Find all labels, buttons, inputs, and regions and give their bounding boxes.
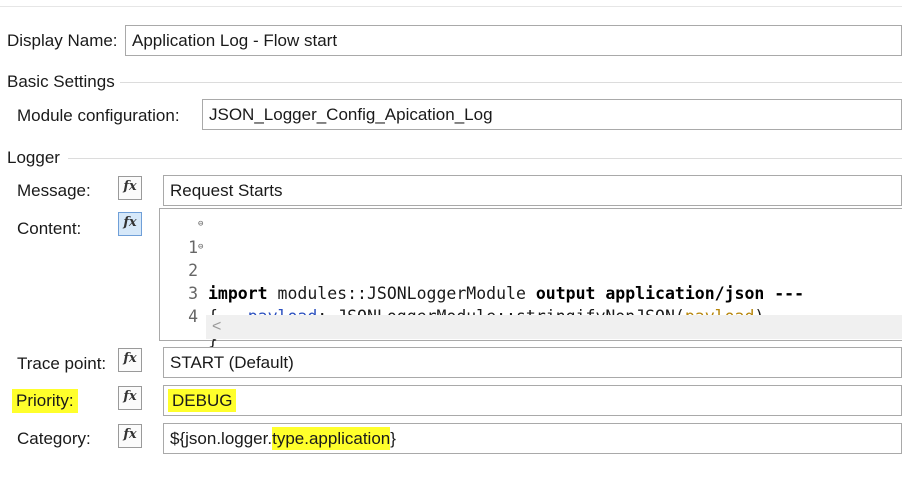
code-line: 4 } xyxy=(160,282,902,349)
message-label: Message: xyxy=(17,181,91,200)
category-input[interactable]: ${json.logger.type.application} xyxy=(163,423,902,454)
display-name-value: Application Log - Flow start xyxy=(132,31,338,50)
content-fx-icon[interactable]: fx xyxy=(118,212,142,236)
fold-icon[interactable]: ⊖ xyxy=(198,213,203,236)
priority-fx-icon[interactable]: fx xyxy=(118,386,142,410)
priority-select[interactable]: DEBUG xyxy=(163,385,902,416)
content-label: Content: xyxy=(17,219,82,238)
scroll-left-icon[interactable]: < xyxy=(212,316,221,338)
trace-point-select[interactable]: START (Default) xyxy=(163,347,902,378)
basic-settings-title: Basic Settings xyxy=(7,72,115,91)
message-fx-icon[interactable]: fx xyxy=(118,176,142,200)
content-code-editor[interactable]: 1 ⊖ import modules::JSONLoggerModule out… xyxy=(159,208,902,349)
horizontal-scrollbar[interactable]: < xyxy=(206,315,902,339)
trace-point-label: Trace point: xyxy=(17,354,107,373)
priority-label: Priority: xyxy=(12,389,78,413)
category-value-highlight: type.application xyxy=(272,427,391,450)
message-value: Request Starts xyxy=(170,181,283,200)
category-label: Category: xyxy=(17,429,91,448)
module-config-select[interactable]: JSON_Logger_Config_Apication_Log xyxy=(202,99,902,130)
logger-title: Logger xyxy=(7,148,60,167)
code-line: 2 ⊖ { xyxy=(160,236,902,326)
display-name-label: Display Name: xyxy=(7,31,118,50)
category-value-prefix: ${json.logger. xyxy=(170,429,273,448)
module-config-label: Module configuration: xyxy=(17,106,180,125)
trace-point-fx-icon[interactable]: fx xyxy=(118,348,142,372)
category-value-suffix: } xyxy=(390,429,396,448)
line-number: 4 xyxy=(188,307,198,326)
top-divider xyxy=(0,6,902,7)
module-config-value: JSON_Logger_Config_Apication_Log xyxy=(209,105,493,124)
basic-settings-divider xyxy=(120,82,902,83)
category-fx-icon[interactable]: fx xyxy=(118,424,142,448)
code-line: 1 ⊖ import modules::JSONLoggerModule out… xyxy=(160,213,902,303)
message-input[interactable]: Request Starts xyxy=(163,175,902,206)
fold-icon[interactable]: ⊖ xyxy=(198,236,203,259)
trace-point-value: START (Default) xyxy=(170,353,294,372)
priority-value: DEBUG xyxy=(168,389,237,412)
logger-divider xyxy=(68,158,902,159)
display-name-input[interactable]: Application Log - Flow start xyxy=(125,25,902,56)
code-line: 3 payload: JSONLoggerModule::stringifyNo… xyxy=(160,259,902,326)
